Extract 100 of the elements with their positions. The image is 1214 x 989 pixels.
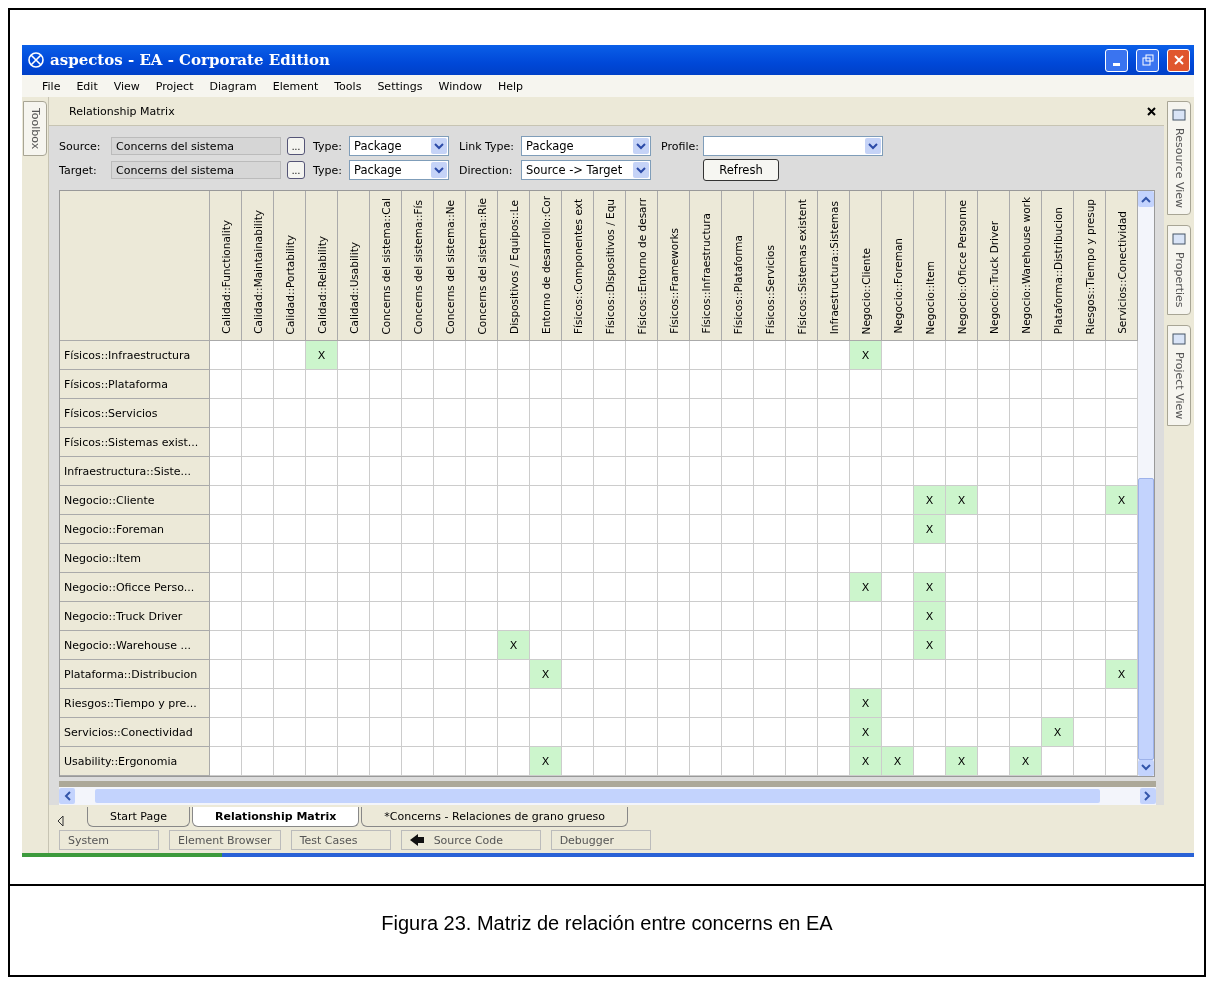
window-tab-button[interactable]: Test Cases — [290, 830, 391, 850]
panel-title: Relationship Matrix — [69, 104, 176, 118]
scroll-up-icon[interactable] — [1141, 195, 1151, 203]
horizontal-scrollbar[interactable] — [59, 781, 1156, 805]
menu-item[interactable]: Edit — [76, 79, 98, 93]
scroll-left-icon[interactable] — [63, 791, 71, 801]
column-header: Físicos::Infraestructura — [690, 191, 722, 341]
column-header: Negocio::Item — [914, 191, 946, 341]
scroll-down-icon[interactable] — [1141, 764, 1151, 772]
profile-dropdown[interactable] — [703, 136, 883, 156]
browse-button[interactable]: ... — [287, 137, 305, 155]
menu-item[interactable]: View — [113, 79, 140, 93]
matrix-cell: X — [850, 718, 882, 747]
matrix-cell: X — [850, 689, 882, 718]
browse-button[interactable]: ... — [287, 161, 305, 179]
field-label: Link Type: — [459, 139, 515, 153]
column-header: Plataforma::Distribucion — [1042, 191, 1074, 341]
figure-caption: Figura 23. Matriz de relación entre concerns en EA — [380, 911, 834, 936]
menu-item[interactable]: File — [42, 79, 61, 93]
column-header: Físicos::Componentes ext — [562, 191, 594, 341]
column-header: Físicos::Frameworks — [658, 191, 690, 341]
type-dropdown[interactable]: Package — [349, 160, 449, 180]
side-tab[interactable]: Toolbox — [23, 101, 47, 157]
restore-icon — [1141, 54, 1154, 66]
row-header: Riesgos::Tiempo y pre... — [60, 689, 210, 718]
matrix-cell: X — [946, 486, 978, 515]
column-header: Físicos::Plataforma — [722, 191, 754, 341]
minimize-button[interactable] — [1105, 48, 1128, 72]
menu-item[interactable]: Settings — [377, 79, 423, 93]
row-header: Infraestructura::Siste... — [60, 457, 210, 486]
menu-item[interactable]: Window — [438, 79, 482, 93]
restore-button[interactable] — [1136, 48, 1159, 72]
close-button[interactable] — [1167, 48, 1190, 72]
column-header: Calidad::Portability — [274, 191, 306, 341]
scroll-left-icon[interactable] — [57, 815, 65, 827]
document-tab[interactable]: *Concerns - Relaciones de grano grueso — [361, 807, 628, 827]
minimize-icon — [1113, 62, 1120, 66]
matrix-cell: X — [914, 602, 946, 631]
side-tab[interactable]: Properties — [1167, 225, 1191, 315]
matrix-cell: X — [1042, 718, 1074, 747]
window-title: aspectos - EA - Corporate Edition — [50, 51, 331, 69]
column-header: Concerns del sistema::Cal — [370, 191, 402, 341]
menu-item[interactable]: Tools — [334, 79, 362, 93]
field-label: Source: — [59, 139, 102, 153]
matrix-cell: X — [530, 747, 562, 776]
matrix-cell: X — [914, 573, 946, 602]
column-header: Físicos::Dispositivos / Equ — [594, 191, 626, 341]
document-tab[interactable]: Relationship Matrix — [192, 807, 360, 827]
matrix-cell: X — [914, 631, 946, 660]
field-label: Type: — [313, 139, 343, 153]
target-field[interactable]: Concerns del sistema — [111, 161, 281, 179]
row-header: Plataforma::Distribucion — [60, 660, 210, 689]
window-tab-button[interactable]: Debugger — [550, 830, 651, 850]
scroll-right-icon[interactable] — [1144, 791, 1152, 801]
type-dropdown[interactable]: Package — [349, 136, 449, 156]
column-header: Riesgos::Tiempo y presup — [1074, 191, 1106, 341]
window-tab-button[interactable]: System — [59, 830, 159, 850]
matrix-cell: X — [1106, 660, 1138, 689]
column-header: Negocio::Foreman — [882, 191, 914, 341]
matrix-cell: X — [882, 747, 914, 776]
link-type-dropdown[interactable]: Package — [521, 136, 651, 156]
matrix-cell: X — [530, 660, 562, 689]
menu-item[interactable]: Help — [497, 79, 523, 93]
side-tab[interactable]: Resource View — [1167, 101, 1191, 216]
column-header: Concerns del sistema::Fís — [402, 191, 434, 341]
side-tab[interactable]: Project View — [1167, 324, 1191, 426]
menu-item[interactable]: Project — [155, 79, 194, 93]
field-label: Type: — [313, 163, 343, 177]
matrix-cell: X — [850, 573, 882, 602]
vertical-scrollbar[interactable] — [1138, 191, 1154, 776]
column-header: Concerns del sistema::Ne — [434, 191, 466, 341]
panel-icon — [1172, 232, 1186, 247]
field-label: Direction: — [459, 163, 514, 177]
window-tab-button[interactable]: Element Browser — [169, 830, 281, 850]
refresh-button[interactable]: Refresh — [703, 159, 779, 181]
row-header: Negocio::Cliente — [60, 486, 210, 515]
row-header: Físicos::Infraestructura — [60, 341, 210, 370]
column-header: Negocio::Truck Driver — [978, 191, 1010, 341]
direction-dropdown[interactable]: Source -> Target — [521, 160, 651, 180]
menu-item[interactable]: Element — [272, 79, 319, 93]
column-header: Físicos::Sistemas existent — [786, 191, 818, 341]
column-header: Físicos::Servicios — [754, 191, 786, 341]
panel-icon — [1172, 331, 1186, 346]
window-tab-button[interactable]: Source Code — [400, 830, 541, 850]
column-header: Negocio::Cliente — [850, 191, 882, 341]
matrix-cell: X — [914, 515, 946, 544]
column-header: Concerns del sistema::Rie — [466, 191, 498, 341]
row-header: Servicios::Conectividad — [60, 718, 210, 747]
source-field[interactable]: Concerns del sistema — [111, 137, 281, 155]
close-icon[interactable] — [1147, 106, 1156, 116]
document-tab[interactable]: Start Page — [87, 807, 190, 827]
field-label: Target: — [59, 163, 98, 177]
matrix-cell: X — [498, 631, 530, 660]
menu-item[interactable]: Diagram — [209, 79, 257, 93]
column-header: Calidad::Functionality — [210, 191, 242, 341]
row-header: Negocio::Item — [60, 544, 210, 573]
matrix-cell: X — [850, 341, 882, 370]
matrix-cell: X — [1106, 486, 1138, 515]
matrix-cell: X — [914, 486, 946, 515]
matrix-cell: X — [306, 341, 338, 370]
